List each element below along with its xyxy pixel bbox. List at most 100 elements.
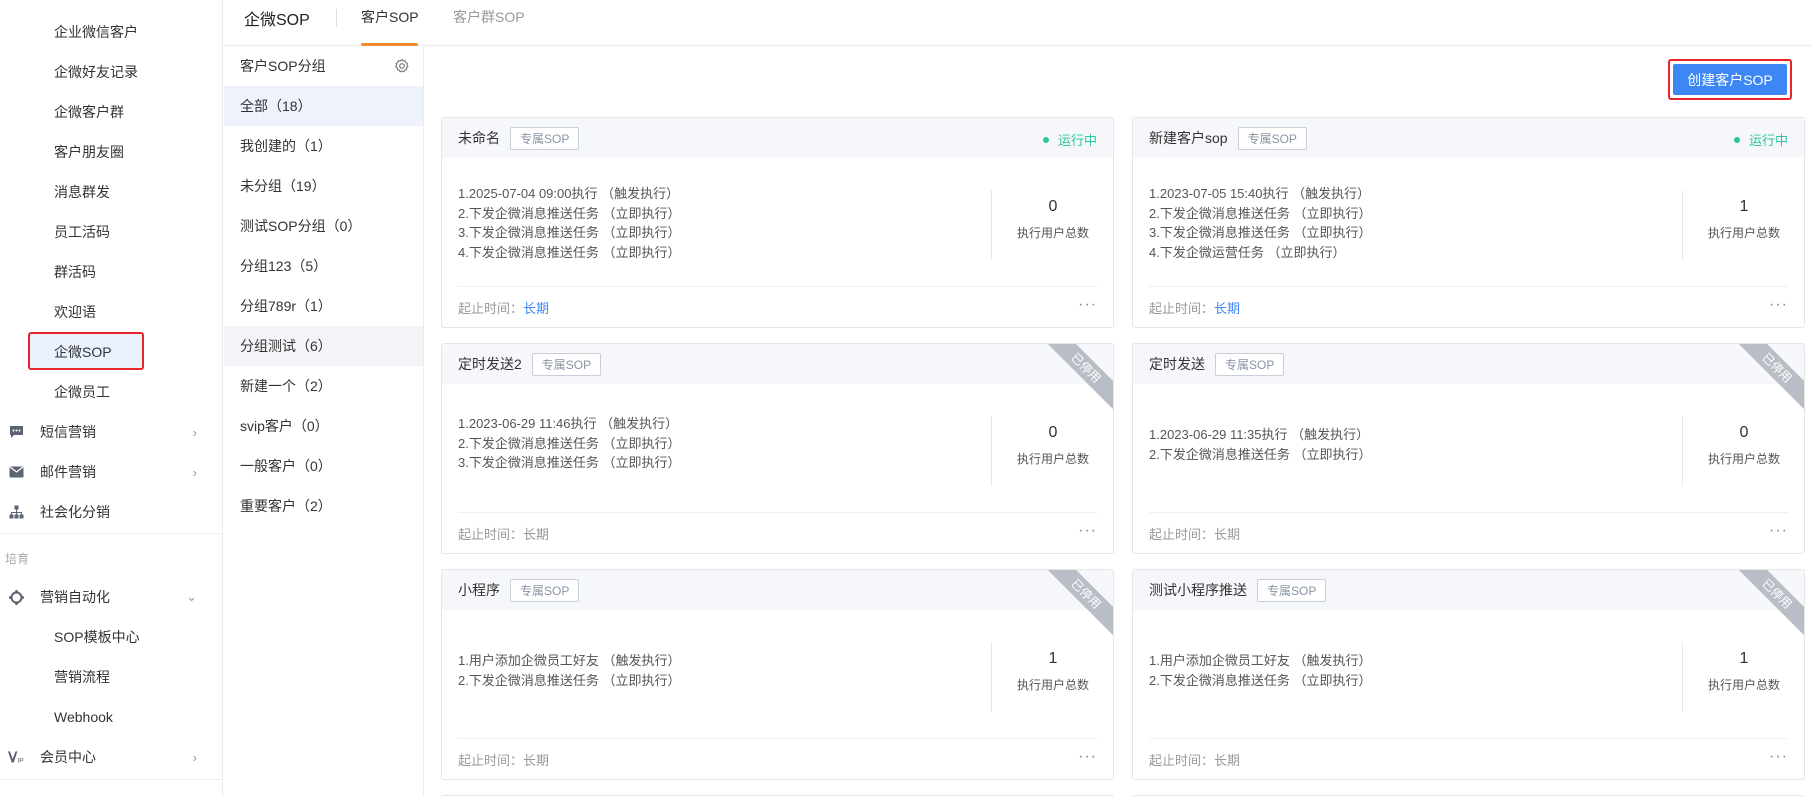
group-item[interactable]: 一般客户（0） xyxy=(224,446,423,486)
group-item-all[interactable]: 全部（18） xyxy=(224,86,423,126)
sop-step: 2.下发企微消息推送任务 （立即执行） xyxy=(1149,672,1372,688)
nav-item-label: 客户朋友圈 xyxy=(54,144,124,160)
sop-group-panel: 客户SOP分组 全部（18） 我创建的（1） 未分组（19） 测试SOP分组（0… xyxy=(224,46,424,797)
sop-steps: 1.2023-07-05 15:40执行 （触发执行） 2.下发企微消息推送任务… xyxy=(1149,184,1371,262)
sop-card[interactable]: 小程序 专属SOP 已停用 1.用户添加企微员工好友 （触发执行） 2.下发企微… xyxy=(441,569,1114,780)
sop-step: 2.下发企微消息推送任务 （立即执行） xyxy=(1149,205,1372,221)
nav-item-friend-records[interactable]: 企微好友记录 xyxy=(0,54,223,90)
nav-item-wecom-staff[interactable]: 企微员工 xyxy=(0,374,223,410)
more-icon[interactable]: ··· xyxy=(1078,748,1097,766)
card-footer-divider xyxy=(1149,286,1788,287)
nav-item-wecom-sop[interactable]: 企微SOP xyxy=(0,332,223,370)
more-icon[interactable]: ··· xyxy=(1769,748,1788,766)
nav-item-sms-marketing[interactable]: 短信营销 › xyxy=(0,414,223,450)
sop-step: 4.下发企微运营任务 （立即执行） xyxy=(1149,244,1346,260)
sop-name: 定时发送 xyxy=(1149,356,1205,372)
sop-card[interactable]: 未命名 专属SOP 运行中 1.2025-07-04 09:00执行 （触发执行… xyxy=(441,117,1114,328)
create-customer-sop-button[interactable]: 创建客户SOP xyxy=(1668,59,1792,100)
tab-group-sop[interactable]: 客户群SOP xyxy=(453,7,525,27)
nav-item-label: 企业微信客户 xyxy=(54,24,138,40)
nav-item-webhook[interactable]: Webhook xyxy=(0,699,223,735)
nav-item-moments[interactable]: 客户朋友圈 xyxy=(0,134,223,170)
tab-customer-sop[interactable]: 客户SOP xyxy=(361,7,419,27)
sop-step: 2.下发企微消息推送任务 （立即执行） xyxy=(1149,446,1372,462)
nav-group-label: 培育 xyxy=(5,552,30,566)
nav-item-member-center[interactable]: IP 会员中心 › xyxy=(0,739,223,775)
sop-steps: 1.2025-07-04 09:00执行 （触发执行） 2.下发企微消息推送任务… xyxy=(458,184,680,262)
sop-card[interactable]: 新建客户sop 专属SOP 运行中 1.2023-07-05 15:40执行 （… xyxy=(1132,117,1805,328)
nav-item-email-marketing[interactable]: 邮件营销 › xyxy=(0,454,223,490)
sop-type-tag: 专属SOP xyxy=(531,352,602,376)
nav-item-wecom-customers[interactable]: 企业微信客户 xyxy=(0,14,223,50)
sop-card[interactable]: 测试小程序推送 专属SOP 已停用 1.用户添加企微员工好友 （触发执行） 2.… xyxy=(1132,569,1805,780)
executed-user-count: 0 xyxy=(1739,424,1749,441)
sop-steps: 1.2023-06-29 11:46执行 （触发执行） 2.下发企微消息推送任务… xyxy=(458,414,680,473)
period-value[interactable]: 长期 xyxy=(1214,301,1240,316)
chevron-right-icon: › xyxy=(192,464,197,480)
group-item[interactable]: 分组123（5） xyxy=(224,246,423,286)
group-item[interactable]: 新建一个（2） xyxy=(224,366,423,406)
nav-item-sop-templates[interactable]: SOP模板中心 xyxy=(0,619,223,655)
sop-name: 未命名 xyxy=(458,130,500,146)
card-footer: 起止时间：长期 xyxy=(458,524,549,543)
nav-item-welcome-message[interactable]: 欢迎语 xyxy=(0,294,223,330)
nav-item-staff-qrcode[interactable]: 员工活码 xyxy=(0,214,223,250)
sop-step: 3.下发企微消息推送任务 （立即执行） xyxy=(458,225,681,240)
group-item[interactable]: 分组789r（1） xyxy=(224,286,423,326)
period-value: 长期 xyxy=(523,753,550,768)
sop-card[interactable]: 定时发送 专属SOP 已停用 1.2023-06-29 11:35执行 （触发执… xyxy=(1132,343,1805,554)
period-label: 起止时间： xyxy=(1149,753,1215,768)
nav-item-label: 企微好友记录 xyxy=(54,64,138,80)
status-badge: 运行中 xyxy=(1733,130,1788,149)
period-label: 起止时间： xyxy=(1149,301,1215,316)
sop-step: 1.2023-07-05 15:40执行 （触发执行） xyxy=(1149,186,1371,201)
group-item-ungrouped[interactable]: 未分组（19） xyxy=(224,166,423,206)
nav-item-label: 企微SOP xyxy=(54,344,112,360)
executed-user-label: 执行用户总数 xyxy=(1707,226,1780,240)
sop-step: 4.下发企微消息推送任务 （立即执行） xyxy=(458,244,681,260)
executed-user-label: 执行用户总数 xyxy=(1016,678,1089,692)
sop-card[interactable]: 定时发送2 专属SOP 已停用 1.2023-06-29 11:46执行 （触发… xyxy=(441,343,1114,554)
create-button-label: 创建客户SOP xyxy=(1673,64,1787,95)
nav-item-mass-message[interactable]: 消息群发 xyxy=(0,174,223,210)
group-item-mine[interactable]: 我创建的（1） xyxy=(224,126,423,166)
group-item[interactable]: 分组测试（6） xyxy=(224,326,423,366)
sop-card-area: 创建客户SOP 未命名 专属SOP 运行中 1.2025-07-04 09:00… xyxy=(425,46,1812,797)
org-chart-icon xyxy=(8,504,24,520)
period-value: 长期 xyxy=(523,527,550,542)
more-icon[interactable]: ··· xyxy=(1769,522,1788,540)
more-icon[interactable]: ··· xyxy=(1078,522,1097,540)
group-item[interactable]: 测试SOP分组（0） xyxy=(224,206,423,246)
nav-item-marketing-automation[interactable]: 营销自动化 ⌄ xyxy=(0,579,223,615)
sop-step: 1.用户添加企微员工好友 （触发执行） xyxy=(1149,653,1372,668)
nav-item-customer-groups[interactable]: 企微客户群 xyxy=(0,94,223,130)
card-footer: 起止时间：长期 xyxy=(458,750,549,769)
card-footer-divider xyxy=(458,512,1097,513)
period-value: 长期 xyxy=(1214,753,1241,768)
more-icon[interactable]: ··· xyxy=(1769,296,1788,314)
card-footer: 起止时间：长期 xyxy=(458,298,549,317)
page-title: 企微SOP xyxy=(244,12,310,29)
mail-icon xyxy=(8,464,24,480)
group-item[interactable]: 重要客户（2） xyxy=(224,486,423,526)
more-icon[interactable]: ··· xyxy=(1078,296,1097,314)
left-nav: 企业微信客户 企微好友记录 企微客户群 客户朋友圈 消息群发 员工活码 群活码 … xyxy=(0,0,223,797)
status-dot xyxy=(1042,136,1049,143)
period-value[interactable]: 长期 xyxy=(523,301,549,316)
card-header: 未命名 专属SOP xyxy=(442,118,1113,158)
nav-item-social-distribution[interactable]: 社会化分销 xyxy=(0,494,223,530)
executed-user-count: 1 xyxy=(1739,198,1749,215)
nav-divider xyxy=(0,779,223,780)
vip-icon: IP xyxy=(8,749,24,765)
executed-user-label: 执行用户总数 xyxy=(1707,452,1780,466)
group-item[interactable]: svip客户（0） xyxy=(224,406,423,446)
nav-item-marketing-flow[interactable]: 营销流程 xyxy=(0,659,223,695)
sop-type-tag: 专属SOP xyxy=(1237,126,1307,150)
nav-divider xyxy=(0,533,223,534)
nav-item-group-qrcode[interactable]: 群活码 xyxy=(0,254,223,290)
period-label: 起止时间： xyxy=(458,301,524,316)
card-header: 新建客户sop 专属SOP xyxy=(1133,118,1804,158)
gear-icon[interactable] xyxy=(394,58,410,74)
nav-item-label: 短信营销 xyxy=(40,424,96,440)
card-footer: 起止时间：长期 xyxy=(1149,298,1240,317)
